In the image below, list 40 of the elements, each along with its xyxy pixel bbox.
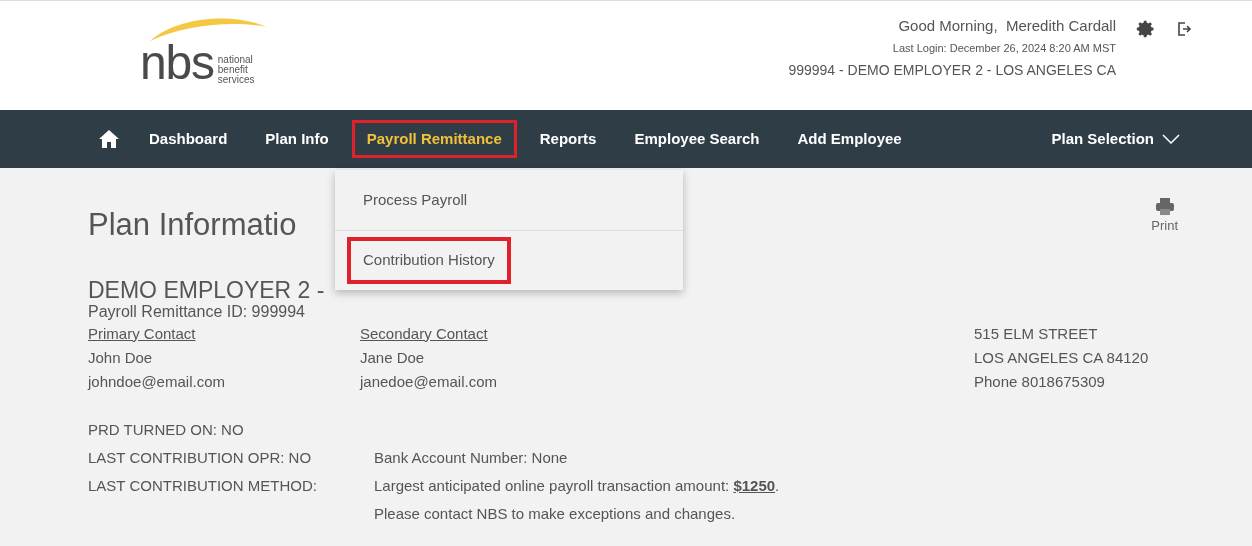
employer-heading: DEMO EMPLOYER 2 - [88, 278, 326, 302]
home-icon[interactable] [98, 129, 120, 149]
nav-tab[interactable]: Payroll Remittance [351, 120, 517, 158]
menu-item[interactable]: Contribution History [347, 237, 511, 284]
printer-icon [1154, 198, 1175, 216]
status-value: Bank Account Number: None [374, 447, 569, 468]
nav-tab[interactable]: Dashboard [134, 120, 243, 158]
contact-name: John Doe [88, 347, 154, 368]
status-label: LAST CONTRIBUTION OPR: NO [88, 447, 313, 468]
logo-tagline: services [217, 75, 255, 85]
chevron-down-icon [1162, 134, 1180, 144]
logo-tagline: benefit [217, 65, 249, 75]
contact-heading-link[interactable]: Secondary Contact [360, 321, 632, 346]
logout-icon[interactable] [1176, 21, 1192, 37]
contact-heading-link[interactable]: Primary Contact [88, 321, 360, 346]
contact-note: Please contact NBS to make exceptions and changes. [374, 503, 737, 524]
nav-tab[interactable]: Add Employee [782, 120, 917, 158]
status-label: LAST CONTRIBUTION METHOD: [88, 475, 318, 496]
address-line: LOS ANGELES CA 84120 [974, 347, 1150, 368]
plan-selection-dropdown[interactable]: Plan Selection [1051, 127, 1180, 151]
logo-wordmark: nbs [140, 39, 214, 87]
page-title: Plan Informatio [88, 206, 297, 244]
last-login-text: Last Login: December 26, 2024 8:20 AM MST [892, 40, 1116, 56]
address-line: Phone 8018675309 [974, 371, 1106, 392]
print-button[interactable]: Print [1151, 198, 1178, 236]
logo-tagline: national [217, 55, 254, 65]
status-value: Largest anticipated online payroll transaction amount: $1250. [374, 475, 781, 496]
menu-item[interactable]: Process Payroll [347, 176, 484, 224]
contact-name: Jane Doe [360, 347, 426, 368]
settings-icon[interactable] [1136, 19, 1156, 39]
address-line: 515 ELM STREET [974, 323, 1099, 344]
nav-tab[interactable]: Reports [524, 120, 612, 158]
remittance-id-text: Payroll Remittance ID: 999994 [88, 301, 306, 322]
status-label: PRD TURNED ON: NO [88, 419, 245, 440]
contact-email: janedoe@email.com [360, 371, 498, 392]
employer-text: 999994 - DEMO EMPLOYER 2 - LOS ANGELES CA [788, 61, 1116, 80]
nav-tab[interactable]: Plan Info [250, 120, 344, 158]
contact-email: johndoe@email.com [88, 371, 226, 392]
greeting-text: Good Morning, Meredith Cardall [898, 16, 1116, 36]
nav-tab[interactable]: Employee Search [619, 120, 775, 158]
